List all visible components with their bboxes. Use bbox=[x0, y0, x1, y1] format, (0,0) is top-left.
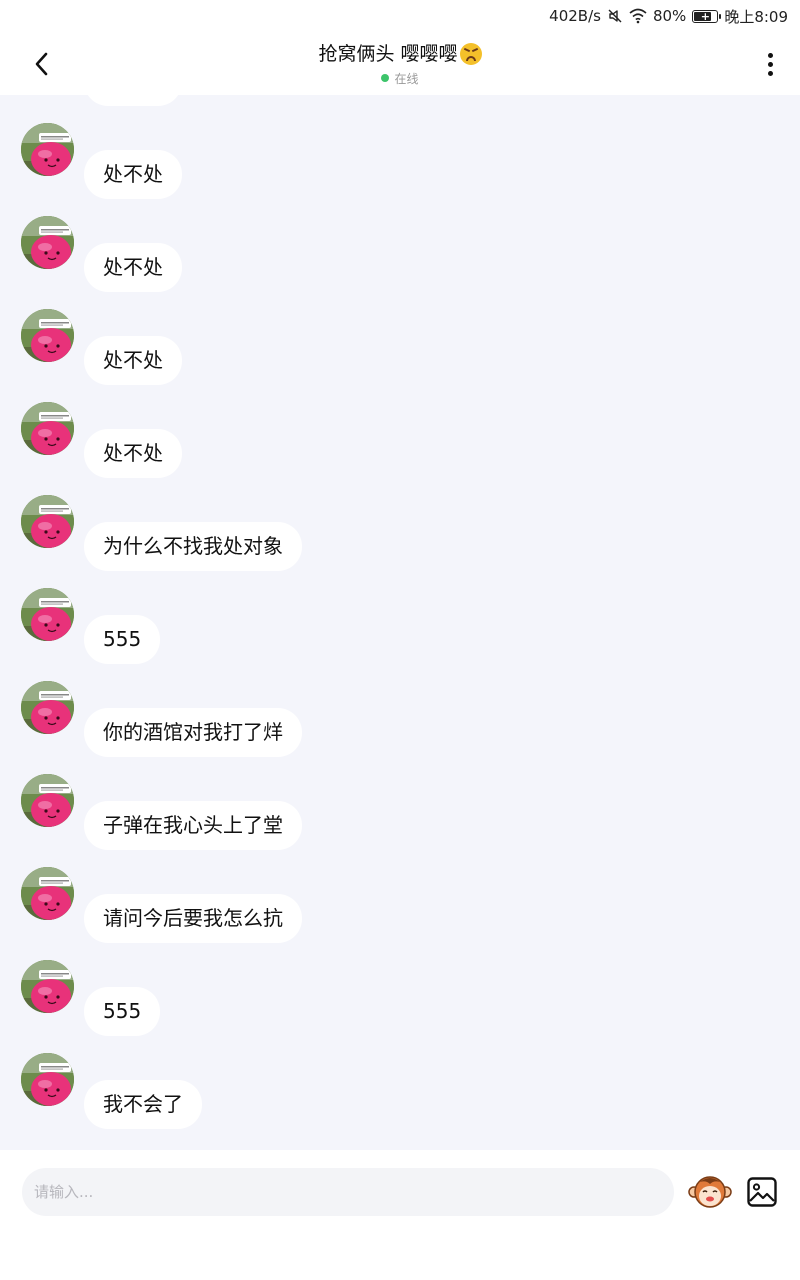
online-status: 在线 bbox=[381, 70, 419, 87]
avatar[interactable] bbox=[21, 774, 74, 827]
avatar[interactable] bbox=[21, 1053, 74, 1106]
message-bubble[interactable]: 555 bbox=[84, 987, 161, 1036]
mute-icon bbox=[607, 8, 623, 24]
message-bubble[interactable]: 处不处 bbox=[84, 150, 182, 199]
online-status-label: 在线 bbox=[394, 71, 419, 86]
avatar[interactable] bbox=[21, 495, 74, 548]
avatar[interactable] bbox=[21, 681, 74, 734]
message-row: 处不处 bbox=[0, 402, 800, 495]
avatar[interactable] bbox=[21, 867, 74, 920]
message-row: 子弹在我心头上了堂 bbox=[0, 774, 800, 867]
network-speed: 402B/s bbox=[549, 7, 601, 25]
message-bubble[interactable]: 处不处 bbox=[84, 243, 182, 292]
chat-header: 抢窝俩头 嘤嘤嘤 在线 bbox=[0, 32, 800, 95]
message-bubble[interactable]: 处不处 bbox=[84, 336, 182, 385]
status-bar: 402B/s 80% + 晚上8:09 bbox=[0, 0, 800, 32]
more-dot bbox=[767, 70, 773, 76]
image-button[interactable] bbox=[746, 1176, 778, 1208]
message-row: 处不处 bbox=[0, 309, 800, 402]
avatar[interactable] bbox=[21, 588, 74, 641]
persevering-face-emoji bbox=[459, 43, 482, 65]
page-title: 抢窝俩头 嘤嘤嘤 bbox=[318, 41, 482, 67]
message-input[interactable] bbox=[22, 1168, 674, 1216]
online-dot-icon bbox=[381, 74, 390, 82]
wifi-icon bbox=[629, 8, 647, 24]
more-dot bbox=[767, 61, 773, 67]
message-row: 处不处 bbox=[0, 95, 800, 123]
sticker-button[interactable] bbox=[688, 1172, 732, 1212]
message-bubble[interactable]: 我不会了 bbox=[84, 1080, 202, 1129]
message-row: 请问今后要我怎么抗 bbox=[0, 867, 800, 960]
avatar[interactable] bbox=[21, 402, 74, 455]
avatar[interactable] bbox=[21, 960, 74, 1013]
input-bar bbox=[0, 1150, 800, 1280]
message-row: 我不会了 bbox=[0, 1053, 800, 1146]
message-row: 处不处 bbox=[0, 216, 800, 309]
clock: 晚上8:09 bbox=[724, 7, 788, 26]
message-row: 555 bbox=[0, 588, 800, 681]
message-bubble[interactable]: 为什么不找我处对象 bbox=[84, 522, 302, 571]
message-row: 555 bbox=[0, 960, 800, 1053]
more-options-button[interactable] bbox=[756, 46, 784, 82]
chevron-left-icon bbox=[35, 52, 48, 76]
message-bubble[interactable]: 你的酒馆对我打了烊 bbox=[84, 708, 302, 757]
message-row: 为什么不找我处对象 bbox=[0, 495, 800, 588]
more-dot bbox=[767, 52, 773, 58]
monkey-sticker-icon bbox=[688, 1176, 732, 1208]
image-icon bbox=[747, 1177, 777, 1207]
back-button[interactable] bbox=[24, 46, 60, 82]
message-bubble[interactable]: 555 bbox=[84, 615, 161, 664]
avatar[interactable] bbox=[21, 309, 74, 362]
message-list[interactable]: 处不处 处不处 处不处 处不处 处不处 为什么不找我处对象 bbox=[0, 95, 800, 1150]
message-row: 处不处 bbox=[0, 123, 800, 216]
battery-percent: 80% bbox=[652, 7, 687, 25]
message-bubble[interactable]: 请问今后要我怎么抗 bbox=[84, 894, 302, 943]
battery-icon: + bbox=[692, 9, 722, 23]
contact-name: 抢窝俩头 嘤嘤嘤 bbox=[318, 43, 458, 65]
message-bubble[interactable]: 处不处 bbox=[84, 429, 182, 478]
title-area: 抢窝俩头 嘤嘤嘤 在线 bbox=[150, 41, 650, 87]
message-bubble[interactable]: 处不处 bbox=[84, 95, 182, 106]
message-bubble[interactable]: 子弹在我心头上了堂 bbox=[84, 801, 302, 850]
avatar[interactable] bbox=[21, 123, 74, 176]
message-row: 你的酒馆对我打了烊 bbox=[0, 681, 800, 774]
avatar[interactable] bbox=[21, 216, 74, 269]
